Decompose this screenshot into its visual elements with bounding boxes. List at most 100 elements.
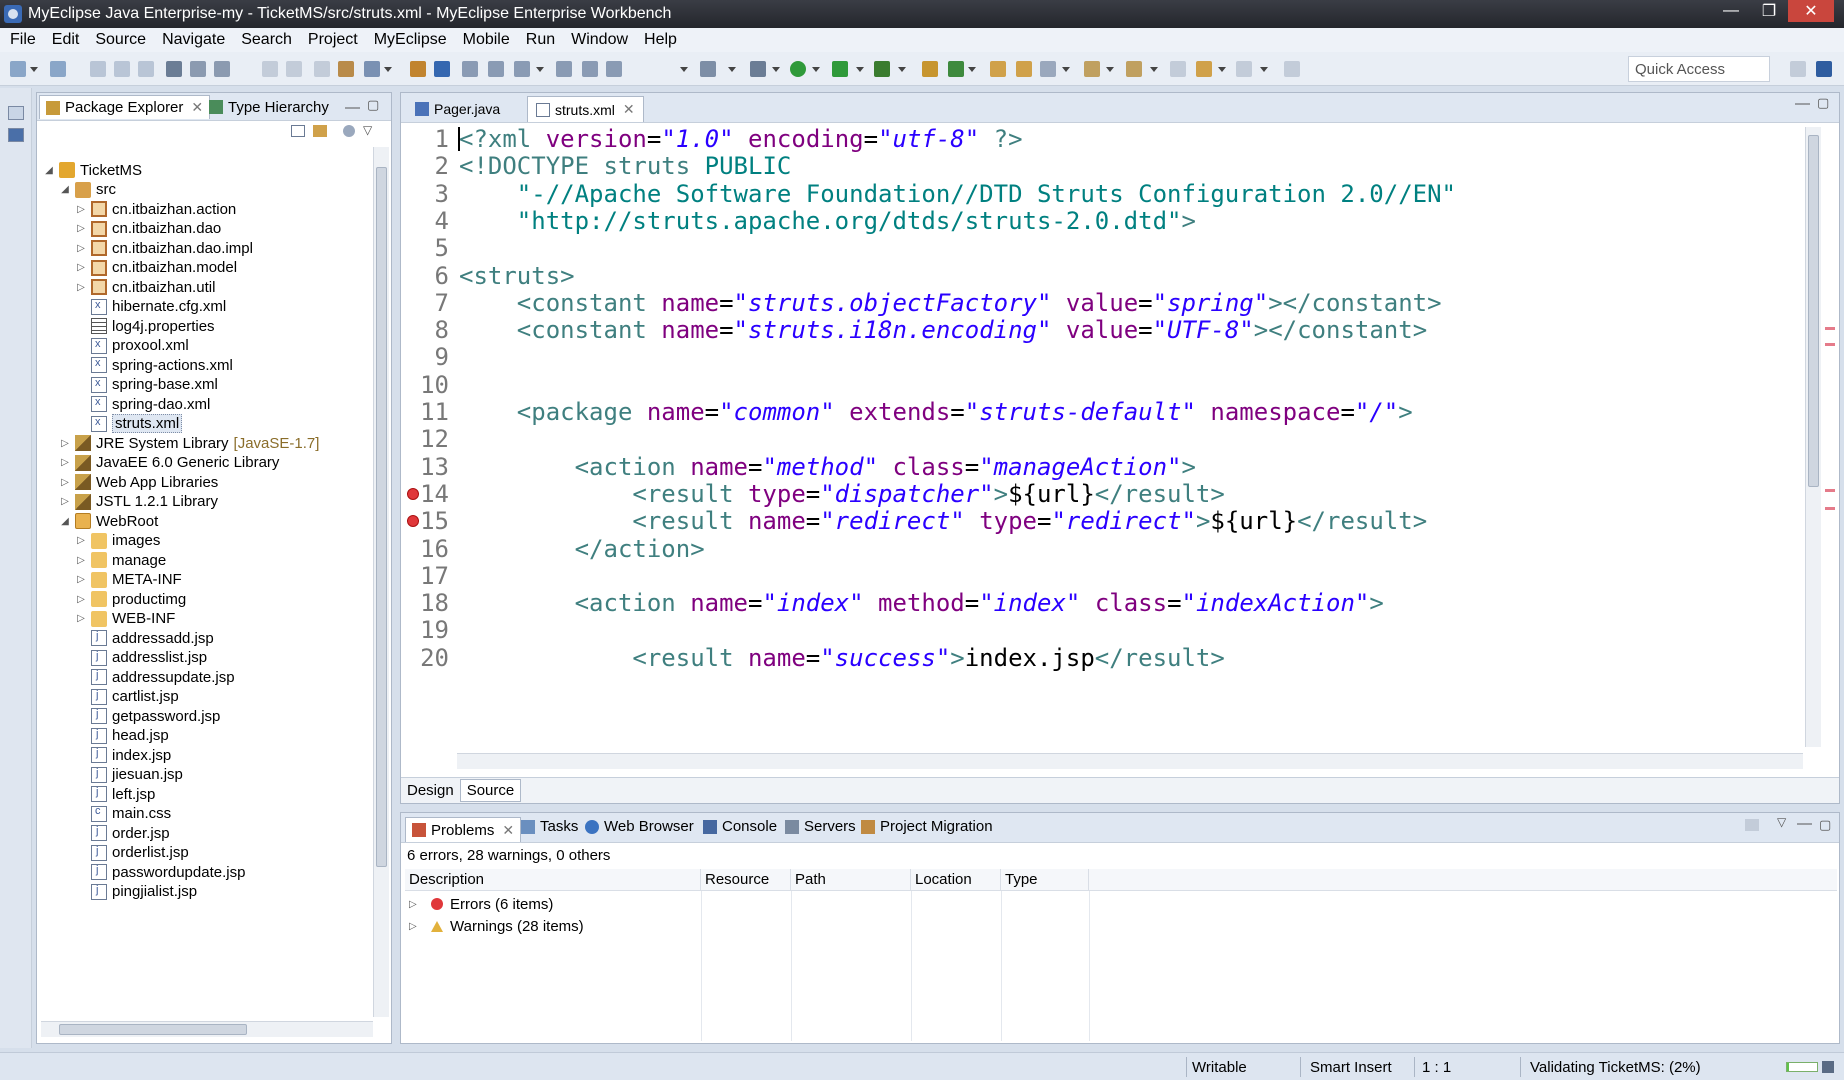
view-filter-icon[interactable]	[1745, 819, 1759, 831]
tab-console[interactable]: Console	[703, 818, 777, 835]
new-class-icon[interactable]	[948, 61, 964, 77]
problems-group-warnings[interactable]: ▷ Warnings (28 items)	[405, 915, 1837, 937]
open-type-icon[interactable]	[338, 61, 354, 77]
column-path[interactable]: Path	[791, 869, 911, 891]
explorer-horizontal-scrollbar[interactable]	[41, 1021, 373, 1037]
undo-icon[interactable]	[262, 61, 278, 77]
database-icon[interactable]	[462, 61, 478, 77]
new-dropdown-icon[interactable]	[30, 67, 38, 72]
maximize-view-icon[interactable]: ▢	[1819, 817, 1831, 833]
menu-mobile[interactable]: Mobile	[455, 31, 518, 49]
tab-type-hierarchy[interactable]: Type Hierarchy	[203, 95, 335, 119]
minimize-view-icon[interactable]: —	[345, 99, 360, 116]
search-icon[interactable]	[1040, 61, 1056, 77]
open-task-icon[interactable]	[1016, 61, 1032, 77]
debug-icon[interactable]	[832, 61, 848, 77]
server-icon[interactable]	[364, 61, 380, 77]
editor-horizontal-scrollbar[interactable]	[457, 753, 1803, 769]
report-dropdown-icon[interactable]	[536, 67, 544, 72]
deploy-icon[interactable]	[410, 61, 426, 77]
code-line[interactable]: 20 <result name="success">index.jsp</res…	[401, 642, 1801, 674]
maximize-button[interactable]: ❐	[1750, 0, 1788, 22]
browser-icon[interactable]	[606, 61, 622, 77]
close-tab-icon[interactable]: ✕	[191, 99, 203, 116]
terminal-icon[interactable]	[166, 61, 182, 77]
collapse-arrow-icon[interactable]: ◢	[43, 165, 55, 176]
tab-problems[interactable]: Problems ✕	[405, 817, 522, 842]
external-tools-icon[interactable]	[874, 61, 890, 77]
java-ee-perspective-icon[interactable]	[1816, 61, 1832, 77]
maximize-editor-icon[interactable]: ▢	[1817, 95, 1829, 111]
progress-bar[interactable]	[1786, 1062, 1818, 1072]
menu-source[interactable]: Source	[87, 31, 154, 49]
tab-web-browser[interactable]: Web Browser	[585, 818, 694, 835]
tree-item[interactable]: pingjialist.jsp	[75, 881, 197, 903]
quick-access-input[interactable]: Quick Access	[1628, 56, 1770, 82]
minimize-button[interactable]: —	[1712, 0, 1750, 22]
expand-arrow-icon[interactable]: ▷	[75, 282, 87, 293]
tab-struts-xml[interactable]: struts.xml ✕	[527, 96, 644, 122]
minimize-view-icon[interactable]: —	[1797, 815, 1812, 832]
tab-package-explorer[interactable]: Package Explorer ✕	[39, 95, 211, 119]
settings-dropdown-icon[interactable]	[772, 67, 780, 72]
expand-arrow-icon[interactable]: ▷	[75, 594, 87, 605]
back-dropdown-icon[interactable]	[1218, 67, 1226, 72]
next-annotation-icon[interactable]	[1084, 61, 1100, 77]
code-area[interactable]: 1 <?xml version="1.0" encoding="utf-8" ?>…	[401, 123, 1805, 751]
toggle-mark-icon[interactable]	[190, 61, 206, 77]
expand-arrow-icon[interactable]: ▷	[409, 899, 421, 910]
tab-source[interactable]: Source	[459, 779, 522, 802]
close-button[interactable]: ✕	[1788, 0, 1834, 22]
search-annotation-icon[interactable]	[214, 61, 230, 77]
progress-view-icon[interactable]	[1822, 1061, 1834, 1073]
layout-icon[interactable]	[582, 61, 598, 77]
expand-arrow-icon[interactable]: ▷	[75, 204, 87, 215]
next-annotation-dropdown-icon[interactable]	[1106, 67, 1114, 72]
expand-arrow-icon[interactable]: ▷	[59, 477, 71, 488]
expand-arrow-icon[interactable]: ▷	[75, 555, 87, 566]
previous-annotation-dropdown-icon[interactable]	[1150, 67, 1158, 72]
tab-pager-java[interactable]: Pager.java	[407, 96, 508, 122]
overview-error-mark[interactable]	[1825, 327, 1835, 330]
close-tab-icon[interactable]: ✕	[623, 101, 635, 118]
back-icon[interactable]	[1196, 61, 1212, 77]
globe-icon[interactable]	[556, 61, 572, 77]
tab-servers[interactable]: Servers	[785, 818, 856, 835]
run-icon[interactable]	[790, 61, 806, 77]
overview-error-mark[interactable]	[1825, 343, 1835, 346]
column-description[interactable]: Description	[405, 869, 701, 891]
print-icon[interactable]	[138, 61, 154, 77]
column-location[interactable]: Location	[911, 869, 1001, 891]
scroll-thumb[interactable]	[59, 1024, 247, 1035]
new-package-icon[interactable]	[922, 61, 938, 77]
minimized-view-icon[interactable]	[8, 128, 24, 142]
settings-gear-icon[interactable]	[750, 61, 766, 77]
forward-icon[interactable]	[1236, 61, 1252, 77]
expand-arrow-icon[interactable]: ▷	[75, 223, 87, 234]
scroll-thumb[interactable]	[1808, 135, 1819, 487]
menu-edit[interactable]: Edit	[44, 31, 88, 49]
camera-icon[interactable]	[700, 61, 716, 77]
open-perspective-icon[interactable]	[1790, 61, 1806, 77]
collapse-arrow-icon[interactable]: ◢	[59, 516, 71, 527]
server-dropdown-icon[interactable]	[384, 67, 392, 72]
expand-arrow-icon[interactable]: ▷	[75, 535, 87, 546]
search-dropdown-icon[interactable]	[1062, 67, 1070, 72]
expand-arrow-icon[interactable]: ▷	[75, 243, 87, 254]
tab-design[interactable]: Design	[401, 780, 460, 801]
new-class-dropdown-icon[interactable]	[968, 67, 976, 72]
expand-arrow-icon[interactable]: ▷	[409, 921, 421, 932]
explorer-vertical-scrollbar[interactable]	[373, 147, 389, 1017]
run-dropdown-icon[interactable]	[812, 67, 820, 72]
overview-error-mark[interactable]	[1825, 507, 1835, 510]
overview-error-mark[interactable]	[1825, 489, 1835, 492]
pin-editor-icon[interactable]	[1284, 61, 1300, 77]
collapse-arrow-icon[interactable]: ◢	[59, 184, 71, 195]
new-type-icon[interactable]	[50, 61, 66, 77]
expand-arrow-icon[interactable]: ▷	[59, 438, 71, 449]
editor-vertical-scrollbar[interactable]	[1805, 127, 1821, 747]
expand-arrow-icon[interactable]: ▷	[59, 496, 71, 507]
view-menu-icon[interactable]: ▽	[1777, 815, 1786, 829]
menu-file[interactable]: File	[2, 31, 44, 49]
tab-project-migration[interactable]: Project Migration	[861, 818, 993, 835]
